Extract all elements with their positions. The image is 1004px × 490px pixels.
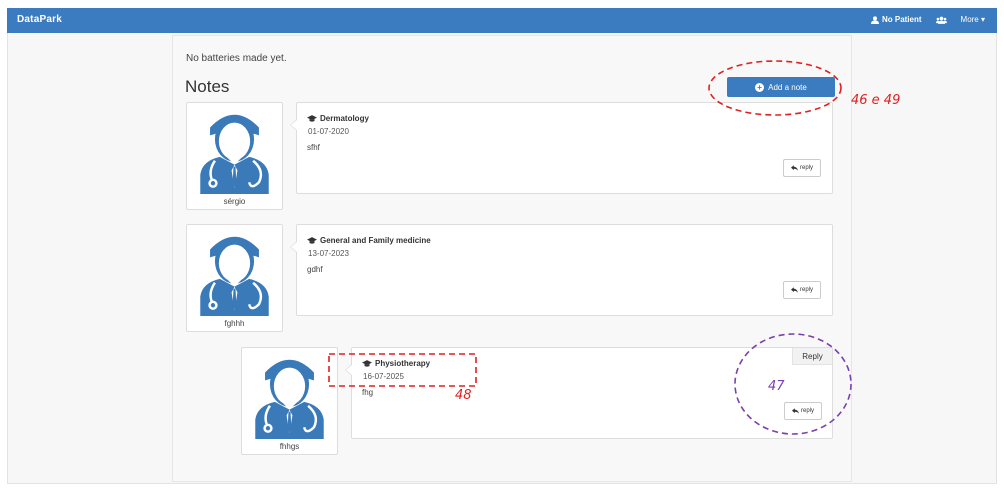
annotation-label-add-note: 46 e 49	[851, 93, 901, 108]
users-icon	[935, 16, 947, 24]
reply-label: reply	[800, 408, 814, 414]
doctor-avatar-icon	[190, 228, 279, 316]
doctor-avatar-icon	[190, 106, 279, 194]
users-menu[interactable]	[935, 16, 947, 24]
no-batteries-message: No batteries made yet.	[186, 53, 287, 64]
note-specialty-label: Dermatology	[320, 114, 369, 123]
author-name: sérgio	[223, 197, 246, 206]
note-date: 13-07-2023	[308, 249, 349, 258]
plus-circle-icon: +	[755, 82, 765, 92]
reply-button[interactable]: reply	[783, 159, 821, 177]
add-note-label: Add a note	[768, 82, 807, 92]
reply-label: reply	[799, 287, 813, 293]
note-date: 01-07-2020	[308, 127, 349, 136]
author-name: fghhh	[224, 319, 245, 328]
note-specialty: Dermatology	[307, 114, 369, 123]
reply-note-card: Reply Physiotherapy 16-07-2025 fhg reply	[345, 347, 833, 439]
reply-button[interactable]: reply	[783, 281, 821, 299]
annotation-label-reply: 47	[768, 379, 785, 394]
note-specialty: Physiotherapy	[362, 359, 430, 368]
patient-label: No Patient	[881, 15, 922, 24]
graduation-cap-icon	[362, 360, 372, 367]
notes-heading: Notes	[185, 77, 230, 96]
more-dropdown[interactable]: More ▾	[961, 15, 985, 24]
note-author-avatar: sérgio	[186, 102, 283, 210]
graduation-cap-icon	[307, 237, 317, 244]
note-specialty: General and Family medicine	[307, 236, 431, 245]
reply-label: reply	[799, 165, 813, 171]
reply-arrow-icon	[790, 165, 798, 171]
graduation-cap-icon	[307, 115, 317, 122]
reply-author-avatar: fhhgs	[241, 347, 338, 455]
note-date: 16-07-2025	[363, 372, 404, 381]
annotation-label-specialty: 48	[455, 388, 472, 403]
top-navbar: DataPark No Patient More ▾	[7, 8, 997, 33]
note-author-avatar: fghhh	[186, 224, 283, 332]
user-icon	[870, 15, 879, 24]
reply-arrow-icon	[791, 408, 799, 414]
note-text: gdhf	[307, 265, 323, 274]
note-specialty-label: Physiotherapy	[375, 359, 431, 368]
note-card: Dermatology 01-07-2020 sfhf reply	[290, 102, 833, 194]
note-text: fhg	[362, 388, 374, 397]
brand-logo[interactable]: DataPark	[17, 14, 62, 25]
reply-arrow-icon	[790, 287, 798, 293]
navbar-right-menu: No Patient More ▾	[870, 15, 985, 24]
reply-tag: Reply	[792, 348, 832, 365]
note-specialty-label: General and Family medicine	[320, 236, 431, 245]
reply-button[interactable]: reply	[784, 402, 822, 420]
add-note-button[interactable]: + Add a note	[727, 77, 835, 97]
note-card: General and Family medicine 13-07-2023 g…	[290, 224, 833, 316]
author-name: fhhgs	[279, 442, 300, 451]
note-text: sfhf	[307, 143, 320, 152]
patient-menu[interactable]: No Patient	[870, 15, 922, 24]
doctor-avatar-icon	[245, 351, 334, 439]
